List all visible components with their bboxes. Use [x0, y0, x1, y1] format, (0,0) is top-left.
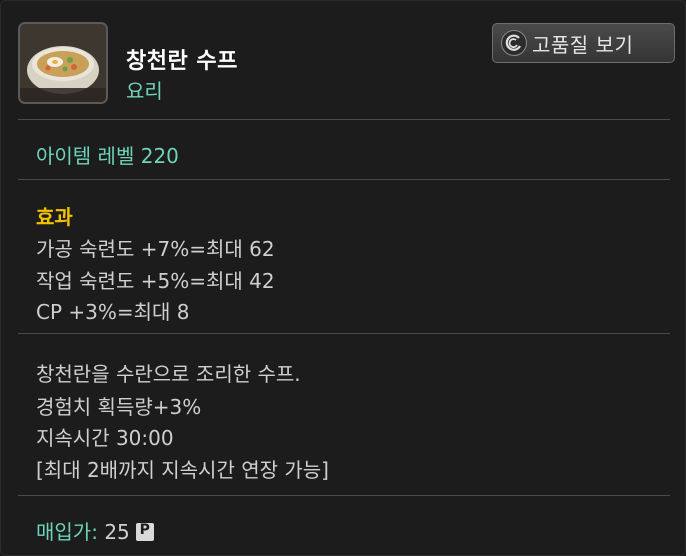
effect-line: 가공 숙련도 +7%=최대 62	[36, 237, 275, 261]
effect-title: 효과	[36, 205, 73, 229]
description-line: 경험치 획득량+3%	[36, 395, 202, 419]
item-tooltip: 창천란 수프 요리 고품질 보기 아이템 레벨 220 효과 가공 숙련도 +7…	[0, 0, 686, 556]
description-line: 창천란을 수란으로 조리한 수프.	[36, 362, 301, 386]
description-line: 지속시간 30:00	[36, 426, 174, 450]
item-name: 창천란 수프	[126, 49, 238, 74]
divider	[18, 495, 670, 496]
soup-bowl-icon	[18, 22, 108, 104]
effect-line: CP +3%=최대 8	[36, 300, 190, 324]
view-high-quality-button[interactable]: 고품질 보기	[492, 23, 675, 63]
divider	[18, 333, 670, 334]
effect-line: 작업 숙련도 +5%=최대 42	[36, 269, 275, 293]
purchase-price-value: 25	[104, 520, 130, 544]
hq-swirl-icon	[501, 30, 527, 56]
item-level: 아이템 레벨 220	[36, 144, 179, 168]
tooltip-header: 창천란 수프 요리 고품질 보기	[1, 1, 685, 119]
description-line: [최대 2배까지 지속시간 연장 가능]	[36, 458, 329, 482]
item-category: 요리	[126, 79, 163, 103]
divider	[18, 119, 670, 120]
purchase-price: 매입가: 25 P	[36, 516, 154, 545]
divider	[18, 179, 670, 180]
view-high-quality-label: 고품질 보기	[532, 32, 634, 57]
gil-coin-icon: P	[135, 522, 154, 541]
purchase-price-label: 매입가:	[36, 520, 98, 544]
